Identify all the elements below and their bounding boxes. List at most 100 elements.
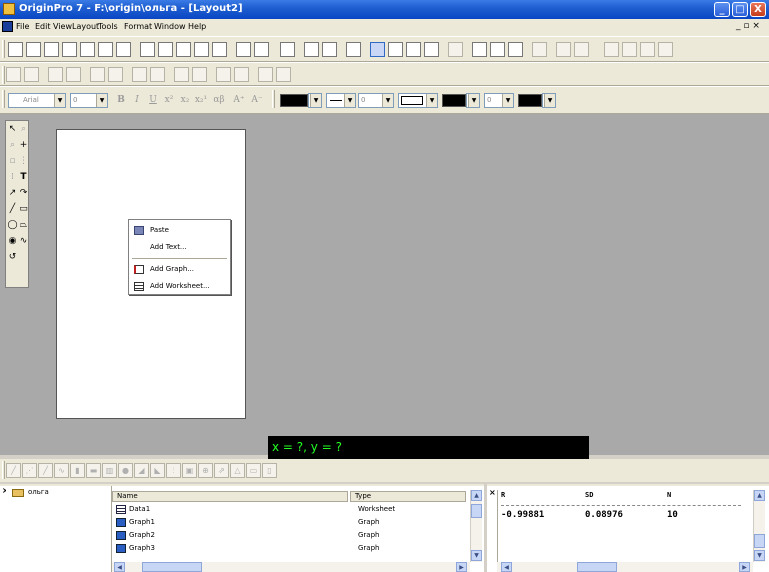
- scroll-down-icon[interactable]: ▼: [471, 550, 482, 561]
- refresh-icon[interactable]: [304, 42, 319, 57]
- toolbar-grip[interactable]: [2, 40, 5, 58]
- whole-page-icon[interactable]: [508, 42, 523, 57]
- code-builder-icon[interactable]: [346, 42, 361, 57]
- double-y-graph-icon[interactable]: ▯: [262, 463, 277, 478]
- screen-reader-icon[interactable]: ⌕: [7, 139, 18, 151]
- bar-graph-icon[interactable]: ▬: [86, 463, 101, 478]
- menu-item-add-graph[interactable]: Add Graph...: [129, 263, 230, 276]
- toolbar-grip[interactable]: [2, 461, 5, 479]
- line-width-select[interactable]: 0 ▼: [358, 93, 394, 108]
- hi-lo-graph-icon[interactable]: ⫶: [166, 463, 181, 478]
- zoom-in-icon[interactable]: [472, 42, 487, 57]
- subscript-button[interactable]: x₂: [178, 93, 192, 108]
- minimize-button[interactable]: _: [714, 2, 730, 17]
- menu-edit[interactable]: Edit: [35, 22, 51, 31]
- new-excel-icon[interactable]: [44, 42, 59, 57]
- scroll-down-icon[interactable]: ▼: [754, 550, 765, 561]
- results-log-icon[interactable]: [388, 42, 403, 57]
- font-size-select[interactable]: 0 ▼: [70, 93, 108, 108]
- menu-file[interactable]: File: [16, 22, 29, 31]
- timer-icon[interactable]: [658, 42, 673, 57]
- zoom-icon[interactable]: ⌕: [18, 123, 29, 135]
- fill-pattern-select[interactable]: ▼: [398, 93, 438, 108]
- fill-color-swatch[interactable]: [442, 94, 466, 107]
- new-project-icon[interactable]: [8, 42, 23, 57]
- folder-name[interactable]: ольга: [28, 488, 49, 496]
- template-graph-icon[interactable]: ▭: [246, 463, 261, 478]
- border-width-select[interactable]: 0 ▼: [484, 93, 514, 108]
- chevron-down-icon[interactable]: ▼: [344, 94, 355, 107]
- toolbar-grip[interactable]: [2, 90, 5, 108]
- document-icon[interactable]: [2, 21, 13, 32]
- mdi-controls[interactable]: _ ▫ ×: [736, 21, 760, 31]
- draw-data-icon[interactable]: ⋮: [18, 155, 29, 167]
- align-left-icon[interactable]: [6, 67, 21, 82]
- same-width-icon[interactable]: [132, 67, 147, 82]
- line-graph-icon[interactable]: ╱: [6, 463, 21, 478]
- curved-arrow-icon[interactable]: ↷: [18, 187, 29, 199]
- column-header-type[interactable]: Type: [350, 491, 466, 502]
- chevron-down-icon[interactable]: ▼: [54, 94, 65, 107]
- text-tool-icon[interactable]: T: [18, 171, 29, 183]
- close-button[interactable]: X: [750, 2, 766, 17]
- column-header-name[interactable]: Name: [112, 491, 348, 502]
- maximize-button[interactable]: □: [732, 2, 748, 17]
- stacked-graph-icon[interactable]: ▥: [102, 463, 117, 478]
- project-explorer-icon[interactable]: [370, 42, 385, 57]
- vertical-scrollbar[interactable]: ▲ ▼: [753, 490, 765, 562]
- toolbar-grip[interactable]: [272, 90, 275, 108]
- same-height-icon[interactable]: [150, 67, 165, 82]
- open-excel-icon[interactable]: [176, 42, 191, 57]
- rectangle-tool-icon[interactable]: ▭: [18, 203, 29, 215]
- pointer-icon[interactable]: ↖: [7, 123, 18, 135]
- add-layer-icon[interactable]: [448, 42, 463, 57]
- chevron-down-icon[interactable]: ▼: [544, 94, 555, 107]
- scroll-left-icon[interactable]: ◀: [501, 562, 512, 572]
- ellipse-tool-icon[interactable]: ◯: [7, 219, 18, 231]
- arrange-layers-icon[interactable]: [574, 42, 589, 57]
- scroll-left-icon[interactable]: ◀: [114, 562, 125, 572]
- polar-graph-icon[interactable]: ⊕: [198, 463, 213, 478]
- italic-button[interactable]: I: [130, 93, 144, 108]
- chevron-down-icon[interactable]: ▼: [382, 94, 393, 107]
- horizontal-scrollbar[interactable]: ◀ ▶: [497, 562, 753, 572]
- border-color-swatch[interactable]: [518, 94, 542, 107]
- align-bottom-icon[interactable]: [66, 67, 81, 82]
- freehand-tool-icon[interactable]: ∿: [18, 235, 29, 247]
- mask-icon[interactable]: ⁞: [7, 171, 18, 183]
- script-window-icon[interactable]: [406, 42, 421, 57]
- list-item-graph1[interactable]: Graph1 Graph: [116, 517, 466, 528]
- menu-window[interactable]: Window: [154, 22, 186, 31]
- column-graph-icon[interactable]: ▮: [70, 463, 85, 478]
- polygon-tool-icon[interactable]: ⏢: [18, 219, 29, 231]
- save-project-icon[interactable]: [194, 42, 209, 57]
- menu-item-add-worksheet[interactable]: Add Worksheet...: [129, 280, 230, 293]
- menu-item-add-text[interactable]: Add Text...: [129, 241, 230, 254]
- command-window-icon[interactable]: [424, 42, 439, 57]
- ternary-graph-icon[interactable]: △: [230, 463, 245, 478]
- origin-app-icon[interactable]: [3, 3, 15, 15]
- new-layer-icon[interactable]: [556, 42, 571, 57]
- scroll-up-icon[interactable]: ▲: [471, 490, 482, 501]
- data-selector-icon[interactable]: ▫: [7, 155, 18, 167]
- new-graph-icon[interactable]: [62, 42, 77, 57]
- region-tool-icon[interactable]: ◉: [7, 235, 18, 247]
- align-horizontal-icon[interactable]: [108, 67, 123, 82]
- import-ascii-icon[interactable]: [236, 42, 251, 57]
- align-top-icon[interactable]: [48, 67, 63, 82]
- underline-button[interactable]: U: [146, 93, 160, 108]
- duplicate-icon[interactable]: [322, 42, 337, 57]
- back-icon[interactable]: [234, 67, 249, 82]
- scroll-right-icon[interactable]: ▶: [739, 562, 750, 572]
- align-right-icon[interactable]: [24, 67, 39, 82]
- scroll-right-icon[interactable]: ▶: [456, 562, 467, 572]
- spline-graph-icon[interactable]: ∿: [54, 463, 69, 478]
- menu-help[interactable]: Help: [188, 22, 206, 31]
- line-tool-icon[interactable]: ╱: [7, 203, 18, 215]
- zoom-out-icon[interactable]: [490, 42, 505, 57]
- new-layout-icon[interactable]: [116, 42, 131, 57]
- front-icon[interactable]: [216, 67, 231, 82]
- fill-area-graph-icon[interactable]: ◣: [150, 463, 165, 478]
- pie-graph-icon[interactable]: ●: [118, 463, 133, 478]
- list-item-data1[interactable]: Data1 Worksheet: [116, 504, 466, 515]
